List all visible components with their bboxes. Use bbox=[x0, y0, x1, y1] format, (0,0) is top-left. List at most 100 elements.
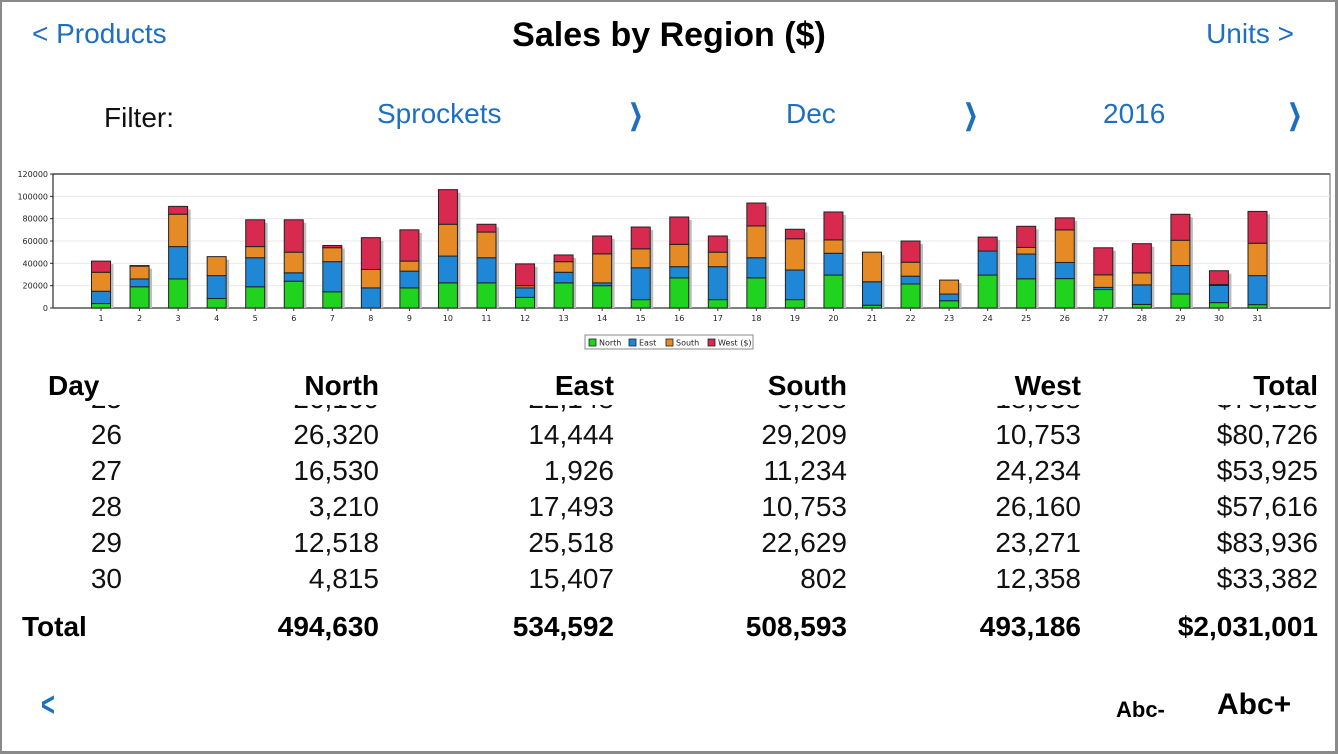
header-south[interactable]: South bbox=[668, 370, 847, 402]
bar-segment-west-day-10 bbox=[437, 189, 458, 225]
x-tick-label: 12 bbox=[520, 314, 530, 323]
table-row[interactable]: 25 26,160 22,148 5,938 18,938 $73,183 bbox=[0, 405, 1338, 419]
bar-segment-east-day-24 bbox=[977, 250, 998, 276]
row-east: 1,926 bbox=[543, 455, 614, 486]
chevron-right-icon[interactable]: ❯ bbox=[1288, 98, 1302, 131]
bar-segment-north-day-17 bbox=[707, 299, 728, 309]
header-total[interactable]: Total bbox=[1100, 370, 1318, 402]
table-row[interactable]: 27 16,530 1,926 11,234 24,234 $53,925 bbox=[0, 455, 1338, 491]
bar-segment-west-day-6 bbox=[283, 219, 304, 253]
bar-segment-north-day-29 bbox=[1170, 293, 1191, 309]
row-total: $53,925 bbox=[1216, 455, 1318, 486]
legend-swatch-north bbox=[588, 338, 597, 347]
bar-segment-east-day-21 bbox=[862, 281, 882, 306]
table-row[interactable]: 28 3,210 17,493 10,753 26,160 $57,616 bbox=[0, 491, 1338, 527]
row-west: 26,160 bbox=[995, 491, 1081, 522]
x-tick-label: 29 bbox=[1175, 314, 1185, 323]
increase-font-button[interactable]: Abc+ bbox=[1217, 688, 1291, 722]
bar-segment-east-day-31 bbox=[1247, 275, 1268, 306]
chevron-right-icon[interactable]: ❯ bbox=[964, 98, 978, 131]
bar-segment-north-day-19 bbox=[784, 299, 805, 309]
header-west[interactable]: West bbox=[902, 370, 1081, 402]
filter-product-button[interactable]: Sprockets bbox=[377, 98, 502, 130]
row-north: 26,160 bbox=[200, 405, 379, 415]
total-south: 508,593 bbox=[745, 611, 847, 642]
table-row[interactable]: 26 26,320 14,444 29,209 10,753 $80,726 bbox=[0, 419, 1338, 455]
bar-segment-east-day-20 bbox=[823, 252, 844, 276]
x-tick-label: 7 bbox=[330, 314, 335, 323]
bar-segment-south-day-11 bbox=[476, 231, 497, 259]
bar-segment-south-day-22 bbox=[900, 261, 921, 277]
filter-year-button[interactable]: 2016 bbox=[1103, 98, 1165, 130]
legend-swatch-east bbox=[628, 338, 637, 347]
row-day: 27 bbox=[90, 455, 122, 486]
x-tick-label: 10 bbox=[443, 314, 453, 323]
bar-segment-east-day-25 bbox=[1016, 253, 1037, 280]
bar-segment-west-day-13 bbox=[553, 254, 574, 263]
bar-segment-west-day-18 bbox=[746, 202, 767, 227]
bar-segment-north-day-13 bbox=[553, 282, 574, 309]
row-north: 3,210 bbox=[308, 491, 379, 522]
bar-segment-south-day-5 bbox=[245, 246, 266, 259]
bar-segment-west-day-26 bbox=[1054, 217, 1075, 231]
y-tick-label: 80000 bbox=[23, 215, 48, 224]
bar-segment-north-day-26 bbox=[1054, 278, 1075, 309]
x-tick-label: 27 bbox=[1098, 314, 1108, 323]
x-tick-label: 30 bbox=[1214, 314, 1224, 323]
bar-segment-south-day-6 bbox=[283, 251, 304, 274]
x-tick-label: 14 bbox=[597, 314, 607, 323]
bar-segment-north-day-3 bbox=[168, 278, 189, 309]
bar-segment-north-day-5 bbox=[245, 286, 266, 309]
bar-segment-south-day-25 bbox=[1016, 246, 1037, 255]
bar-segment-north-day-20 bbox=[823, 274, 844, 309]
table-row[interactable]: 29 12,518 25,518 22,629 23,271 $83,936 bbox=[0, 527, 1338, 563]
bar-segment-north-day-28 bbox=[1131, 303, 1152, 309]
row-south: 11,234 bbox=[763, 455, 847, 486]
x-tick-label: 19 bbox=[790, 314, 800, 323]
x-tick-label: 24 bbox=[983, 314, 993, 323]
bar-segment-west-day-1 bbox=[91, 260, 111, 273]
bar-segment-east-day-2 bbox=[129, 278, 150, 288]
decrease-font-button[interactable]: Abc- bbox=[1116, 697, 1165, 723]
bar-segment-east-day-30 bbox=[1208, 284, 1229, 304]
bar-segment-south-day-7 bbox=[322, 247, 343, 263]
bar-segment-north-day-23 bbox=[939, 300, 960, 309]
filter-month-button[interactable]: Dec bbox=[786, 98, 836, 130]
bar-segment-north-day-30 bbox=[1208, 302, 1229, 309]
back-chevron-icon[interactable]: < bbox=[41, 686, 55, 725]
row-total: $33,382 bbox=[1216, 563, 1318, 594]
row-east: 14,444 bbox=[528, 419, 614, 450]
bar-segment-west-day-29 bbox=[1170, 213, 1191, 241]
header-north[interactable]: North bbox=[200, 370, 379, 402]
header-day[interactable]: Day bbox=[48, 370, 99, 402]
bar-segment-south-day-18 bbox=[746, 225, 767, 259]
x-tick-label: 9 bbox=[407, 314, 412, 323]
row-south: 22,629 bbox=[761, 527, 847, 558]
bar-segment-north-day-10 bbox=[437, 282, 458, 309]
row-west: 24,234 bbox=[995, 455, 1081, 486]
bar-segment-east-day-18 bbox=[746, 257, 767, 279]
row-west: 10,753 bbox=[995, 419, 1081, 450]
bar-segment-east-day-3 bbox=[168, 246, 189, 280]
bar-segment-south-day-9 bbox=[399, 260, 420, 272]
sales-chart-svg: 0200004000060000800001000001200001 2 3 4 5 6 7… bbox=[17, 170, 1331, 350]
bar-segment-south-day-1 bbox=[91, 271, 111, 292]
y-tick-label: 0 bbox=[43, 304, 48, 313]
y-tick-label: 120000 bbox=[17, 170, 48, 179]
bar-segment-south-day-2 bbox=[129, 265, 150, 280]
row-south: 802 bbox=[800, 563, 847, 594]
units-link[interactable]: Units > bbox=[1206, 18, 1294, 50]
bar-segment-west-day-3 bbox=[168, 205, 189, 215]
bar-segment-north-day-27 bbox=[1093, 289, 1114, 309]
bar-segment-south-day-16 bbox=[669, 243, 690, 268]
row-south: 5,938 bbox=[668, 405, 847, 415]
x-tick-label: 15 bbox=[636, 314, 646, 323]
table-row[interactable]: 30 4,815 15,407 802 12,358 $33,382 bbox=[0, 563, 1338, 599]
bar-segment-north-day-9 bbox=[399, 287, 420, 309]
table-body-scroll[interactable]: 25 26,160 22,148 5,938 18,938 $73,183 26 26,320… bbox=[0, 405, 1338, 605]
header-east[interactable]: East bbox=[435, 370, 614, 402]
chevron-right-icon[interactable]: ❯ bbox=[629, 98, 643, 131]
bar-segment-south-day-27 bbox=[1093, 274, 1114, 288]
bar-segment-west-day-9 bbox=[399, 229, 420, 262]
legend-label-west: West ($) bbox=[718, 339, 752, 348]
